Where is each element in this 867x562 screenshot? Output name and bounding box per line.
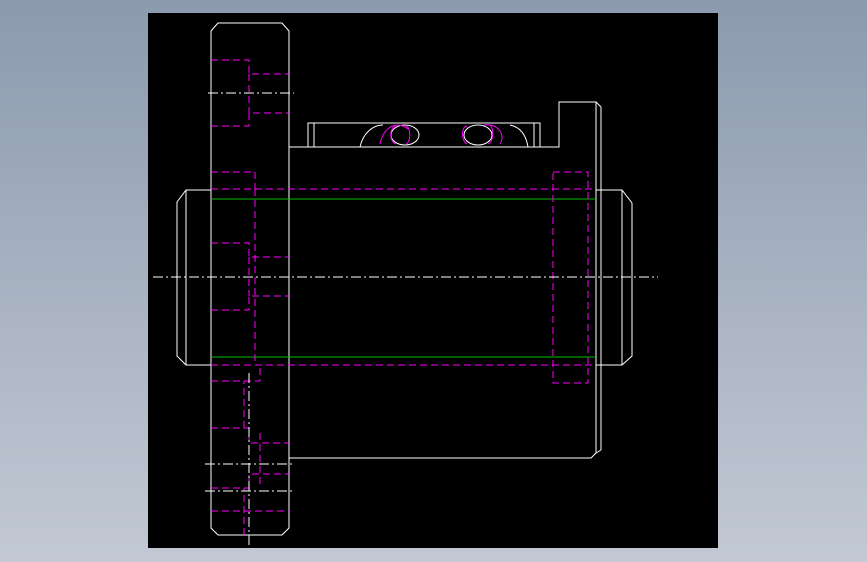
cad-drawing-svg — [153, 22, 658, 545]
ball-return-circles — [359, 124, 529, 148]
nut-body-outline — [289, 101, 602, 459]
cad-drawing-canvas[interactable] — [148, 13, 718, 548]
flange-outline — [210, 22, 290, 536]
thread-lines — [211, 198, 596, 358]
flange-top-bolt-hole — [211, 59, 289, 189]
flange-bottom-bolt-holes — [211, 365, 289, 535]
center-lines — [153, 92, 658, 545]
